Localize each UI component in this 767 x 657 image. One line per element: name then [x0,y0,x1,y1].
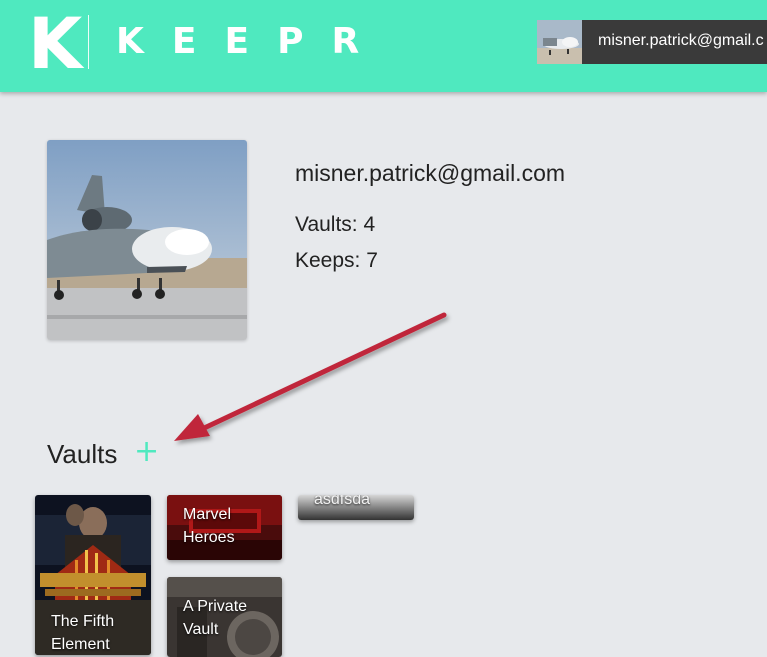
add-vault-button[interactable]: + [134,437,160,467]
vault-card-asdfsda[interactable]: asdfsda [298,495,414,520]
navbar: K KEEPR misner.patrick@gmail.c [0,0,767,92]
keeps-count: Keeps: 7 [295,249,378,272]
vault-card-private-vault[interactable]: A Private Vault [167,577,282,657]
vault-title: A Private Vault [183,598,248,638]
user-email: misner.patrick@gmail.c [598,32,764,49]
vaults-count: Vaults: 4 [295,213,376,236]
vault-card-fifth-element[interactable]: The Fifth Element [35,495,151,655]
vault-title: The Fifth Element [51,613,115,653]
user-avatar [537,20,582,64]
logo-k[interactable]: K [28,8,82,80]
profile-email: misner.patrick@gmail.com [295,160,566,186]
vault-title: Marvel Heroes [183,506,235,546]
annotation-arrow [174,312,447,441]
vaults-heading: Vaults [47,439,118,469]
vault-card-marvel-heroes[interactable]: Marvel Heroes [167,495,282,560]
logo-divider [88,15,89,69]
vault-title: asdfsda [314,495,371,508]
logo-text[interactable]: KEEPR [116,22,387,62]
user-menu-button[interactable]: misner.patrick@gmail.c [537,20,767,64]
